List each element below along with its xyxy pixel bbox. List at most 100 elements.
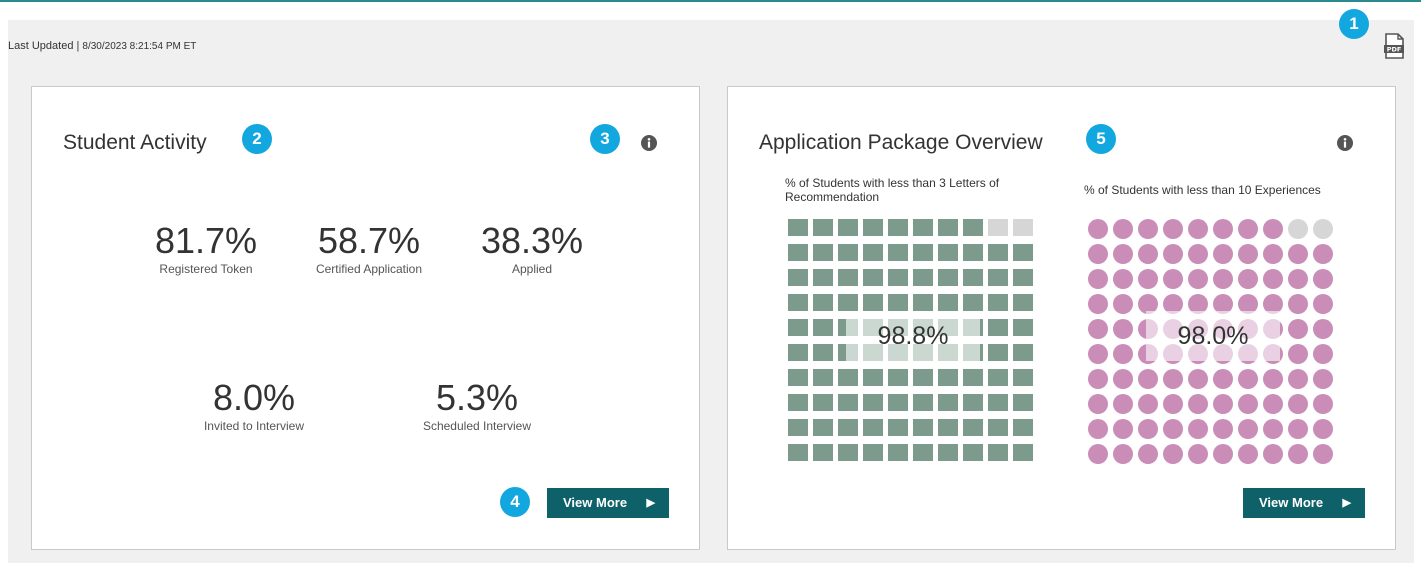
waffle-circle [1088,419,1108,439]
waffle-circle [1088,294,1108,314]
waffle-circle [1288,219,1308,239]
stat-value: 5.3% [435,377,519,418]
waffle-circle [1238,444,1258,464]
waffle-circle [1113,244,1133,264]
waffle-value-label: 98.8% [846,311,980,361]
waffle-square [1013,369,1033,386]
waffle-circle [1113,444,1133,464]
waffle-circle [1313,269,1333,289]
waffle-circle [1113,269,1133,289]
waffle-square [863,244,883,261]
waffle-square [888,269,908,286]
waffle-circle [1138,369,1158,389]
waffle-square [813,269,833,286]
waffle-circle [1163,369,1183,389]
waffle-circle [1263,444,1283,464]
last-updated-timestamp: 8/30/2023 8:21:54 PM ET [82,41,197,52]
waffle-square [813,294,833,311]
waffle-circle [1213,394,1233,414]
waffle-square [988,394,1008,411]
waffle-circle [1288,344,1308,364]
waffle-circle [1188,269,1208,289]
waffle-square [963,419,983,436]
view-more-button[interactable]: View More ▶ [547,488,669,518]
waffle-square [788,369,808,386]
waffle-circle [1138,419,1158,439]
waffle-square [1013,269,1033,286]
waffle-circle [1288,444,1308,464]
last-updated-label: Last Updated | [8,40,83,52]
waffle-square [888,294,908,311]
waffle-circle [1313,394,1333,414]
waffle-circle [1163,269,1183,289]
waffle-circle [1263,219,1283,239]
waffle-circle [1088,344,1108,364]
waffle-circle [1213,219,1233,239]
waffle-square [938,444,958,461]
waffle-square [788,269,808,286]
waffle-square [863,419,883,436]
svg-text:PDF: PDF [1387,46,1402,54]
waffle-square [913,444,933,461]
waffle-circle [1188,369,1208,389]
stat-label: Registered Token [159,262,253,276]
waffle-circle [1313,419,1333,439]
waffle-square [1013,219,1033,236]
waffle-circle [1088,369,1108,389]
play-arrow-icon: ▶ [1342,497,1351,509]
waffle-circle [1288,369,1308,389]
waffle-circle [1088,319,1108,339]
waffle-square [913,244,933,261]
waffle-square [963,244,983,261]
pdf-export-icon[interactable]: PDF [1383,33,1405,59]
waffle-square [813,444,833,461]
stat-invited-to-interview: 8.0% Invited to Interview [164,379,344,434]
waffle-square [813,319,833,336]
stat-value: 38.3% [480,220,584,261]
waffle-circle [1113,394,1133,414]
waffle-circle [1188,419,1208,439]
waffle-circle [1213,444,1233,464]
waffle-circle [1163,444,1183,464]
waffle-square [963,294,983,311]
waffle-circle [1288,394,1308,414]
waffle-circle [1263,244,1283,264]
waffle-circle [1113,369,1133,389]
waffle-square [888,394,908,411]
student-activity-title: Student Activity [63,131,207,154]
waffle-circle [1238,394,1258,414]
waffle-square [988,369,1008,386]
waffle-circle [1263,394,1283,414]
top-accent-line [0,0,1421,2]
stat-label: Applied [511,262,553,276]
info-icon[interactable] [641,135,657,151]
waffle-square [963,269,983,286]
waffle-square [963,219,983,236]
waffle-circle [1213,244,1233,264]
waffle-square [988,344,1008,361]
waffle-circle [1163,219,1183,239]
waffle-circle [1238,244,1258,264]
waffle-circle [1313,369,1333,389]
stat-value: 81.7% [154,220,258,261]
waffle-square [938,369,958,386]
waffle-square [1013,394,1033,411]
waffle-square [938,244,958,261]
info-icon[interactable] [1337,135,1353,151]
waffle-circle [1263,369,1283,389]
waffle-square [963,369,983,386]
waffle-square [838,419,858,436]
waffle-circle [1313,319,1333,339]
waffle-circle [1113,344,1133,364]
waffle-square [838,244,858,261]
callout-badge-5: 5 [1086,124,1116,154]
waffle-square [938,294,958,311]
waffle-circle [1113,319,1133,339]
waffle-circle [1138,394,1158,414]
waffle-square [938,394,958,411]
waffle-circle [1288,419,1308,439]
waffle-square [1013,294,1033,311]
waffle-square [863,269,883,286]
waffle-circle [1113,419,1133,439]
view-more-button[interactable]: View More ▶ [1243,488,1365,518]
